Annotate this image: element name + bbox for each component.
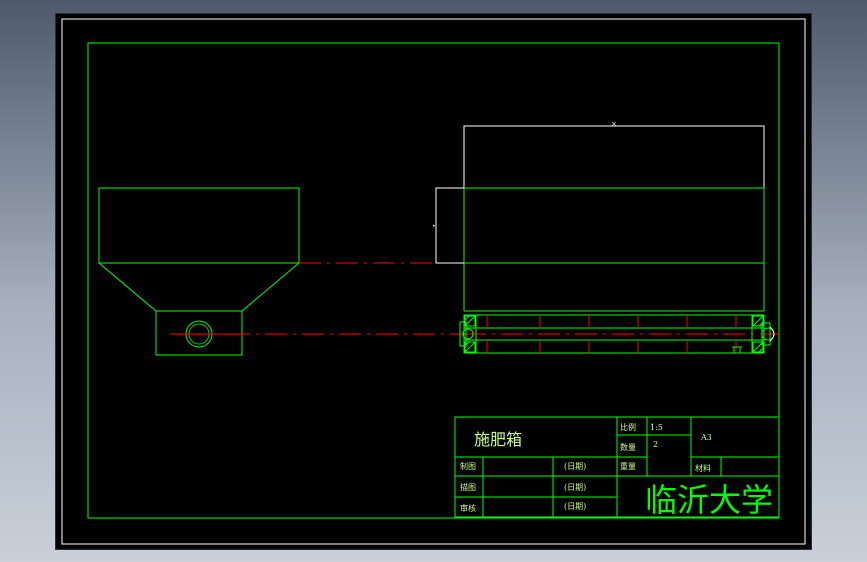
material-label: 材料 <box>695 463 711 473</box>
cad-viewport[interactable]: • × 施肥箱 比例 1:5 数量 2 A3 重量 材料 制图 描图 审核 (日… <box>56 14 811 549</box>
hopper-box <box>98 187 300 264</box>
checked-label: 描图 <box>460 482 476 492</box>
qty-label: 数量 <box>620 442 636 452</box>
dim-mark-top: × <box>611 120 617 128</box>
date-label-2: (日期) <box>564 483 586 492</box>
scale-label: 比例 <box>620 422 636 432</box>
box-upper <box>463 125 765 189</box>
approved-label: 审核 <box>460 503 476 513</box>
hopper-funnel <box>98 262 300 312</box>
dim-extension-left <box>435 187 464 264</box>
dim-mark-left: • <box>432 223 436 230</box>
box-front-view: • × <box>432 120 775 354</box>
weight-label: 重量 <box>620 461 636 471</box>
sheet-size: A3 <box>700 433 712 442</box>
drawing-canvas: • × 施肥箱 比例 1:5 数量 2 A3 重量 材料 制图 描图 审核 (日… <box>61 18 806 545</box>
date-label-1: (日期) <box>564 462 586 471</box>
box-main <box>463 187 765 264</box>
hopper-outlet-block <box>155 310 243 356</box>
hopper-view <box>98 187 300 356</box>
school-name: 临沂大学 <box>645 481 773 519</box>
date-label-3: (日期) <box>564 502 586 511</box>
part-name: 施肥箱 <box>474 430 522 449</box>
qty-value: 2 <box>653 440 658 449</box>
sheet-border <box>61 18 806 545</box>
scale-value: 1:5 <box>650 423 663 432</box>
drawn-label: 制图 <box>460 461 476 471</box>
drawing-frame <box>87 42 780 519</box>
